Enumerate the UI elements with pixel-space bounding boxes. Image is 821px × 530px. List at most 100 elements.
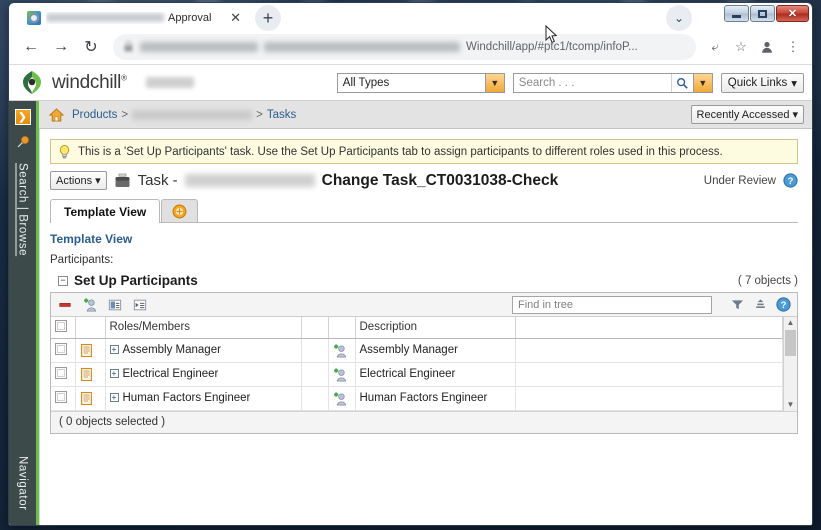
tab-strip: Approval ✕ + <box>21 5 281 31</box>
help-icon[interactable]: ? <box>775 297 791 313</box>
member-icon-cell[interactable] <box>328 362 356 387</box>
type-filter-value: All Types <box>342 76 390 89</box>
windchill-page: windchill® All Types ▼ Search . . . ▼ Qu… <box>9 65 812 525</box>
page-bottom-spacer <box>50 433 798 525</box>
chevron-down-icon[interactable]: ▼ <box>484 73 504 92</box>
role-cell[interactable]: + Electrical Engineer <box>105 362 302 387</box>
maximize-button[interactable] <box>750 5 775 22</box>
row-select-cell[interactable] <box>51 386 76 411</box>
windchill-header: windchill® All Types ▼ Search . . . ▼ Qu… <box>9 65 812 101</box>
rail-navigator-label[interactable]: Navigator <box>17 456 29 511</box>
back-icon[interactable]: ← <box>17 33 45 61</box>
row-icon-cell <box>75 362 106 387</box>
member-icon-cell[interactable] <box>328 338 356 363</box>
minimize-button[interactable] <box>724 5 749 22</box>
forward-icon[interactable]: → <box>47 33 75 61</box>
remove-minus-icon[interactable] <box>57 297 73 313</box>
close-button[interactable]: ✕ <box>776 5 809 22</box>
description-header[interactable]: Description <box>355 317 516 339</box>
row-checkbox[interactable] <box>55 366 67 379</box>
row-icon-cell <box>75 386 106 411</box>
pin-icon[interactable] <box>16 135 30 149</box>
new-tab-button[interactable]: + <box>255 5 281 31</box>
role-cell[interactable]: + Human Factors Engineer <box>105 386 302 411</box>
lock-icon <box>124 41 133 52</box>
chevron-down-icon[interactable]: ⌄ <box>666 5 692 31</box>
selection-status: ( 0 objects selected ) <box>51 410 797 433</box>
add-participant-icon[interactable] <box>82 297 98 313</box>
row-select-cell[interactable] <box>51 338 76 363</box>
add-participant-icon[interactable] <box>333 343 348 358</box>
collapse-tree-icon[interactable] <box>107 297 123 313</box>
bookmark-star-icon[interactable]: ☆ <box>730 36 752 58</box>
add-participant-icon[interactable] <box>333 367 348 382</box>
search-icon[interactable] <box>670 73 693 92</box>
reload-icon[interactable]: ↻ <box>77 33 105 61</box>
scroll-down-icon[interactable]: ▼ <box>787 400 795 409</box>
scrollbar-thumb[interactable] <box>785 330 796 356</box>
tab-template-view[interactable]: Template View <box>50 199 161 223</box>
collapse-section-toggle[interactable]: − <box>58 275 68 286</box>
blank-cell-2 <box>515 338 783 363</box>
breadcrumb-item-tasks[interactable]: Tasks <box>267 109 296 121</box>
search-input[interactable]: Search . . . ▼ <box>512 72 713 93</box>
row-select-cell[interactable] <box>51 362 76 387</box>
table-row[interactable]: + Human Factors Engineer Human Factors E… <box>51 386 783 411</box>
chevron-down-icon: ▾ <box>791 77 797 90</box>
breadcrumb-separator: > <box>256 108 263 121</box>
table-row[interactable]: + Electrical Engineer Electrical Enginee… <box>51 362 783 387</box>
table-vertical-scrollbar[interactable]: ▲ ▼ <box>783 317 797 411</box>
role-cell[interactable]: + Assembly Manager <box>105 338 302 363</box>
row-checkbox[interactable] <box>55 342 67 355</box>
tab-label: Template View <box>64 204 147 219</box>
filter-icon[interactable] <box>729 297 745 313</box>
recently-accessed-button[interactable]: Recently Accessed ▾ <box>690 105 804 124</box>
share-icon[interactable]: ⤶ <box>704 36 726 58</box>
url-redacted <box>264 41 460 52</box>
blank-cell-1 <box>301 338 329 363</box>
blank-cell-1 <box>301 362 329 387</box>
select-all-checkbox[interactable] <box>55 319 67 332</box>
page-title: Change Task_CT0031038-Check <box>321 171 559 189</box>
expand-tree-icon[interactable] <box>132 297 148 313</box>
actions-button[interactable]: Actions ▾ <box>50 171 107 190</box>
member-icon-cell[interactable] <box>328 386 356 411</box>
select-all-header[interactable] <box>51 317 76 339</box>
close-icon[interactable]: ✕ <box>228 10 243 26</box>
tab-add-view[interactable] <box>161 199 199 222</box>
scroll-up-icon[interactable]: ▲ <box>787 319 795 327</box>
windchill-logo-icon <box>23 70 41 94</box>
expand-panel-icon[interactable]: ❯ <box>14 109 31 125</box>
quick-links-button[interactable]: Quick Links ▾ <box>720 72 804 93</box>
quick-links-label: Quick Links <box>727 76 788 89</box>
menu-kebab-icon[interactable]: ⋮ <box>782 36 804 58</box>
section-header: − Set Up Participants ( 7 objects ) <box>50 273 798 288</box>
row-checkbox[interactable] <box>55 390 67 403</box>
home-icon[interactable] <box>49 107 64 122</box>
svg-text:?: ? <box>780 300 786 311</box>
task-briefcase-icon <box>115 173 130 187</box>
expand-row-icon[interactable]: + <box>109 393 119 403</box>
find-in-tree-input[interactable]: Find in tree <box>512 295 712 314</box>
browser-titlebar: Approval ✕ + ⌄ ✕ <box>9 3 812 44</box>
address-bar[interactable]: Windchill/app/#ptc1/tcomp/infoP... <box>113 33 696 60</box>
template-view-link[interactable]: Template View <box>50 232 798 246</box>
help-icon[interactable]: ? <box>783 173 798 188</box>
expand-row-icon[interactable]: + <box>109 345 119 355</box>
rail-search-browse-label[interactable]: Search | Browse <box>17 163 29 256</box>
browser-tab[interactable]: Approval ✕ <box>21 6 249 29</box>
expand-row-icon[interactable]: + <box>109 369 119 379</box>
table-row[interactable]: + Assembly Manager Assembly Manager <box>51 338 783 363</box>
participants-label: Participants: <box>50 254 114 266</box>
tree-level-icon[interactable] <box>752 297 768 313</box>
profile-icon[interactable] <box>756 36 778 58</box>
role-scroll-icon <box>80 367 92 381</box>
add-participant-icon[interactable] <box>333 391 348 406</box>
roles-members-header[interactable]: Roles/Members <box>105 317 302 339</box>
search-options-chevron-icon[interactable]: ▼ <box>692 73 712 92</box>
url-text: Windchill/app/#ptc1/tcomp/infoP... <box>466 40 638 53</box>
breadcrumb-item-products[interactable]: Products <box>72 109 117 121</box>
main-panel: This is a 'Set Up Participants' task. Us… <box>39 129 812 525</box>
role-name: Assembly Manager <box>122 344 221 356</box>
type-filter-select[interactable]: All Types ▼ <box>336 72 505 93</box>
